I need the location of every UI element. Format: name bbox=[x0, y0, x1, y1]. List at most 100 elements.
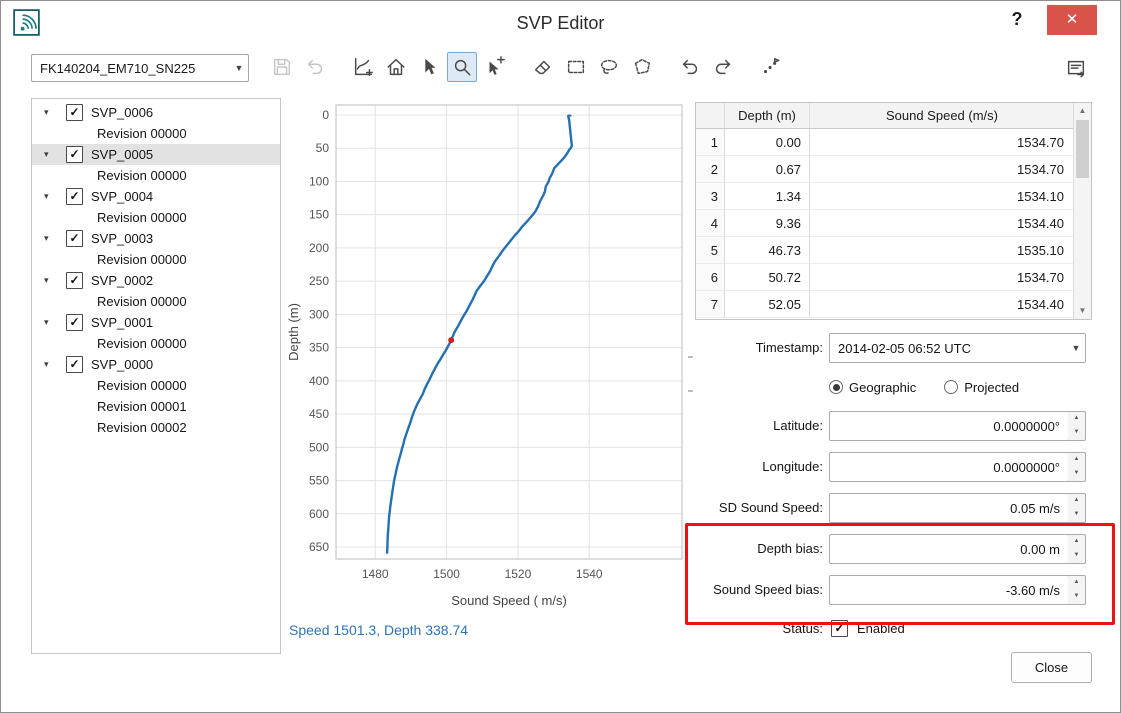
dataset-selector[interactable]: FK140204_EM710_SN225 ▼ bbox=[31, 54, 249, 82]
speed-cell[interactable]: 1534.70 bbox=[810, 264, 1074, 291]
table-header-speed[interactable]: Sound Speed (m/s) bbox=[810, 103, 1074, 128]
tree-revision-item[interactable]: Revision 00000 bbox=[32, 249, 280, 270]
tree-item-svp-0005[interactable]: ▾ ✓ SVP_0005 bbox=[32, 144, 280, 165]
profile-plot[interactable]: 1480150015201540050100150200250300350400… bbox=[284, 95, 694, 617]
status-checkbox[interactable]: ✓ bbox=[831, 620, 848, 637]
expander-icon[interactable]: ▾ bbox=[44, 191, 60, 202]
table-row[interactable]: 2 0.67 1534.70 bbox=[696, 156, 1074, 183]
depth-cell[interactable]: 0.00 bbox=[725, 129, 810, 156]
close-button[interactable]: Close bbox=[1011, 652, 1092, 683]
sd-sound-speed-field[interactable] bbox=[829, 493, 1069, 523]
tree-item-svp-0006[interactable]: ▾ ✓ SVP_0006 bbox=[32, 102, 280, 123]
expander-icon[interactable]: ▾ bbox=[44, 275, 60, 286]
table-row[interactable]: 7 52.05 1534.40 bbox=[696, 291, 1074, 318]
checkbox-checked-icon[interactable]: ✓ bbox=[66, 356, 83, 373]
panel-splitter[interactable] bbox=[688, 356, 693, 392]
latitude-stepper[interactable]: ▲ ▼ bbox=[1068, 411, 1086, 441]
redo-edit-button[interactable] bbox=[708, 52, 738, 82]
polygon-select-button[interactable] bbox=[627, 52, 657, 82]
expander-icon[interactable]: ▾ bbox=[44, 317, 60, 328]
zoom-tool-button[interactable] bbox=[447, 52, 477, 82]
scrollbar-thumb[interactable] bbox=[1076, 120, 1089, 178]
depth-cell[interactable]: 0.67 bbox=[725, 156, 810, 183]
depth-cell[interactable]: 46.73 bbox=[725, 237, 810, 264]
tree-revision-item[interactable]: Revision 00000 bbox=[32, 291, 280, 312]
messages-panel-button[interactable] bbox=[1061, 54, 1091, 84]
checkbox-checked-icon[interactable]: ✓ bbox=[66, 314, 83, 331]
speed-cell[interactable]: 1535.10 bbox=[810, 237, 1074, 264]
table-row[interactable]: 6 50.72 1534.70 bbox=[696, 264, 1074, 291]
checkbox-checked-icon[interactable]: ✓ bbox=[66, 104, 83, 121]
pick-sample-button[interactable] bbox=[480, 52, 510, 82]
tree-revision-item[interactable]: Revision 00002 bbox=[32, 417, 280, 438]
rect-select-button[interactable] bbox=[561, 52, 591, 82]
expander-icon[interactable]: ▾ bbox=[44, 149, 60, 160]
chevron-down-icon[interactable]: ▼ bbox=[1067, 343, 1085, 353]
longitude-field[interactable] bbox=[829, 452, 1069, 482]
depth-bias-stepper[interactable]: ▲ ▼ bbox=[1068, 534, 1086, 564]
latitude-field[interactable] bbox=[829, 411, 1069, 441]
tree-item-svp-0000[interactable]: ▾ ✓ SVP_0000 bbox=[32, 354, 280, 375]
radio-unselected-icon[interactable] bbox=[944, 380, 958, 394]
tree-revision-item[interactable]: Revision 00000 bbox=[32, 375, 280, 396]
geographic-radio[interactable]: Geographic bbox=[829, 380, 916, 395]
expander-icon[interactable]: ▾ bbox=[44, 233, 60, 244]
spin-up-icon[interactable]: ▲ bbox=[1068, 535, 1085, 549]
speed-cell[interactable]: 1534.40 bbox=[810, 291, 1074, 318]
sound-speed-bias-stepper[interactable]: ▲ ▼ bbox=[1068, 575, 1086, 605]
expander-icon[interactable]: ▾ bbox=[44, 359, 60, 370]
spin-up-icon[interactable]: ▲ bbox=[1068, 494, 1085, 508]
save-button[interactable] bbox=[267, 52, 297, 82]
window-close-button[interactable]: ✕ bbox=[1047, 5, 1097, 35]
tree-item-svp-0002[interactable]: ▾ ✓ SVP_0002 bbox=[32, 270, 280, 291]
radio-selected-icon[interactable] bbox=[829, 380, 843, 394]
scroll-down-icon[interactable]: ▼ bbox=[1074, 303, 1091, 319]
spin-down-icon[interactable]: ▼ bbox=[1068, 467, 1085, 481]
expander-icon[interactable]: ▾ bbox=[44, 107, 60, 118]
select-cursor-button[interactable] bbox=[414, 52, 444, 82]
spin-down-icon[interactable]: ▼ bbox=[1068, 508, 1085, 522]
sound-speed-bias-field[interactable] bbox=[829, 575, 1069, 605]
scroll-up-icon[interactable]: ▲ bbox=[1074, 103, 1091, 119]
sd-sound-speed-stepper[interactable]: ▲ ▼ bbox=[1068, 493, 1086, 523]
speed-cell[interactable]: 1534.10 bbox=[810, 183, 1074, 210]
depth-cell[interactable]: 50.72 bbox=[725, 264, 810, 291]
table-row[interactable]: 5 46.73 1535.10 bbox=[696, 237, 1074, 264]
spin-up-icon[interactable]: ▲ bbox=[1068, 453, 1085, 467]
spin-down-icon[interactable]: ▼ bbox=[1068, 590, 1085, 604]
depth-cell[interactable]: 9.36 bbox=[725, 210, 810, 237]
depth-cell[interactable]: 1.34 bbox=[725, 183, 810, 210]
timestamp-combobox[interactable]: 2014-02-05 06:52 UTC ▼ bbox=[829, 333, 1086, 363]
lasso-select-button[interactable] bbox=[594, 52, 624, 82]
longitude-stepper[interactable]: ▲ ▼ bbox=[1068, 452, 1086, 482]
tree-revision-item[interactable]: Revision 00001 bbox=[32, 396, 280, 417]
checkbox-checked-icon[interactable]: ✓ bbox=[66, 188, 83, 205]
depth-bias-field[interactable] bbox=[829, 534, 1069, 564]
tree-revision-item[interactable]: Revision 00000 bbox=[32, 207, 280, 228]
tree-item-svp-0001[interactable]: ▾ ✓ SVP_0001 bbox=[32, 312, 280, 333]
checkbox-checked-icon[interactable]: ✓ bbox=[66, 230, 83, 247]
table-header-depth[interactable]: Depth (m) bbox=[725, 103, 810, 128]
tree-item-svp-0003[interactable]: ▾ ✓ SVP_0003 bbox=[32, 228, 280, 249]
projected-radio[interactable]: Projected bbox=[944, 380, 1019, 395]
table-row[interactable]: 1 0.00 1534.70 bbox=[696, 129, 1074, 156]
erase-button[interactable] bbox=[528, 52, 558, 82]
help-button[interactable]: ? bbox=[1006, 9, 1028, 30]
undo-edit-button[interactable] bbox=[675, 52, 705, 82]
home-view-button[interactable] bbox=[381, 52, 411, 82]
checkbox-checked-icon[interactable]: ✓ bbox=[66, 272, 83, 289]
speed-cell[interactable]: 1534.40 bbox=[810, 210, 1074, 237]
table-scrollbar[interactable]: ▲ ▼ bbox=[1073, 103, 1091, 319]
tree-revision-item[interactable]: Revision 00000 bbox=[32, 123, 280, 144]
table-row[interactable]: 4 9.36 1534.40 bbox=[696, 210, 1074, 237]
spin-up-icon[interactable]: ▲ bbox=[1068, 412, 1085, 426]
table-row[interactable]: 3 1.34 1534.10 bbox=[696, 183, 1074, 210]
new-profile-button[interactable] bbox=[348, 52, 378, 82]
spin-down-icon[interactable]: ▼ bbox=[1068, 549, 1085, 563]
spin-down-icon[interactable]: ▼ bbox=[1068, 426, 1085, 440]
speed-cell[interactable]: 1534.70 bbox=[810, 129, 1074, 156]
tree-revision-item[interactable]: Revision 00000 bbox=[32, 333, 280, 354]
spin-up-icon[interactable]: ▲ bbox=[1068, 576, 1085, 590]
tree-item-svp-0004[interactable]: ▾ ✓ SVP_0004 bbox=[32, 186, 280, 207]
checkbox-checked-icon[interactable]: ✓ bbox=[66, 146, 83, 163]
